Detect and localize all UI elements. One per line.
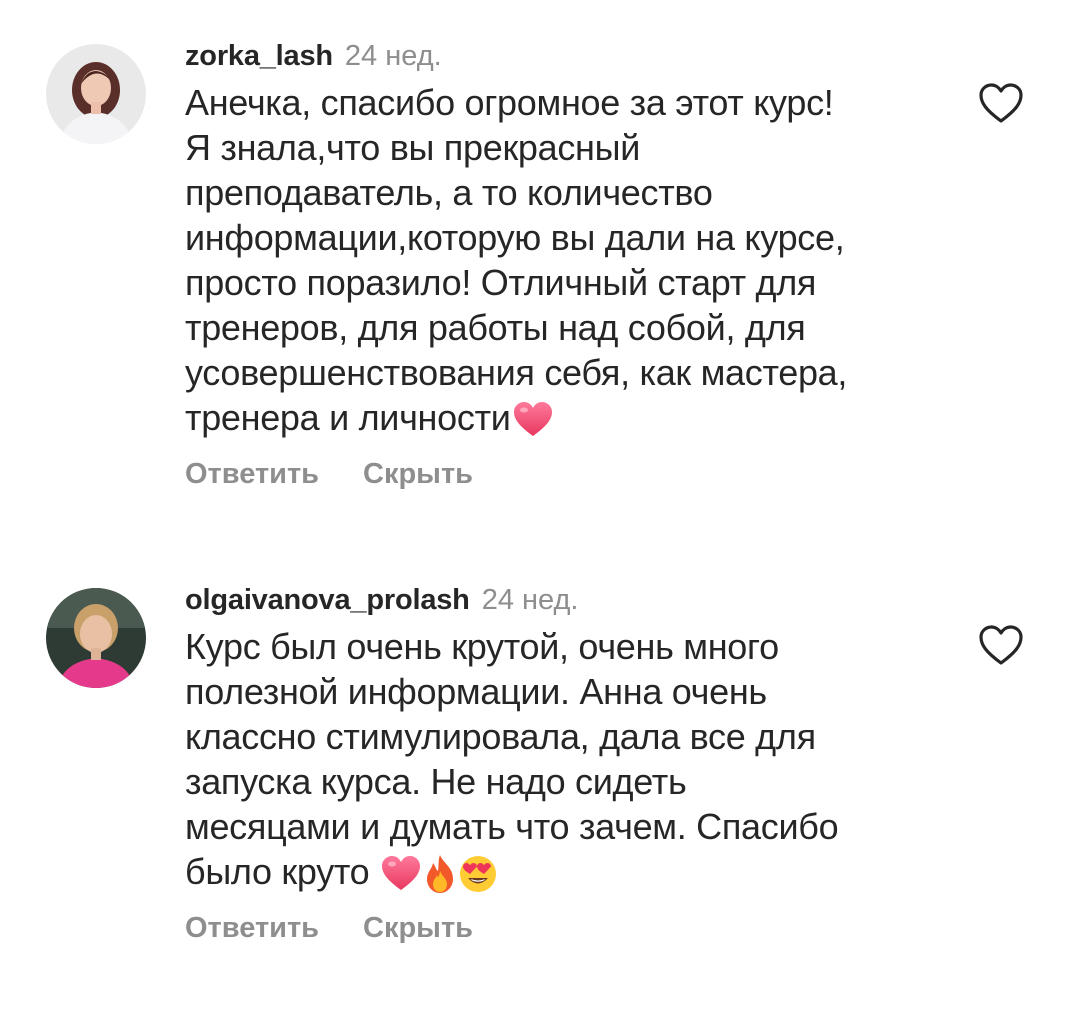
- reply-button[interactable]: Ответить: [185, 454, 319, 494]
- comment-text-content: Курс был очень крутой, очень много полез…: [185, 626, 839, 892]
- fire-icon: [423, 854, 457, 894]
- timestamp: 24 нед.: [481, 584, 579, 616]
- timestamp: 24 нед.: [344, 40, 442, 72]
- heart-outline-icon: [979, 625, 1023, 665]
- hide-button[interactable]: Скрыть: [363, 908, 473, 948]
- heart-outline-icon: [979, 83, 1023, 123]
- comment-meta: olgaivanova_prolash 24 нед.: [185, 580, 945, 620]
- hide-button[interactable]: Скрыть: [363, 454, 473, 494]
- username[interactable]: olgaivanova_prolash: [185, 584, 470, 616]
- comment-meta: zorka_lash 24 нед.: [185, 36, 945, 76]
- comment-actions: Ответить Скрыть: [185, 908, 945, 948]
- avatar[interactable]: [46, 588, 146, 688]
- reply-button[interactable]: Ответить: [185, 908, 319, 948]
- pink-heart-icon: [381, 856, 421, 892]
- comment-actions: Ответить Скрыть: [185, 454, 945, 494]
- comment-text: Анечка, спасибо огромное за этот курс! Я…: [185, 80, 945, 440]
- comment-text-content: Анечка, спасибо огромное за этот курс! Я…: [185, 82, 848, 438]
- like-button[interactable]: [978, 624, 1024, 666]
- like-button[interactable]: [978, 82, 1024, 124]
- username[interactable]: zorka_lash: [185, 40, 333, 72]
- avatar[interactable]: [46, 44, 146, 144]
- comment-text: Курс был очень крутой, очень много полез…: [185, 624, 945, 894]
- pink-heart-icon: [513, 402, 553, 438]
- heart-eyes-icon: [459, 855, 497, 893]
